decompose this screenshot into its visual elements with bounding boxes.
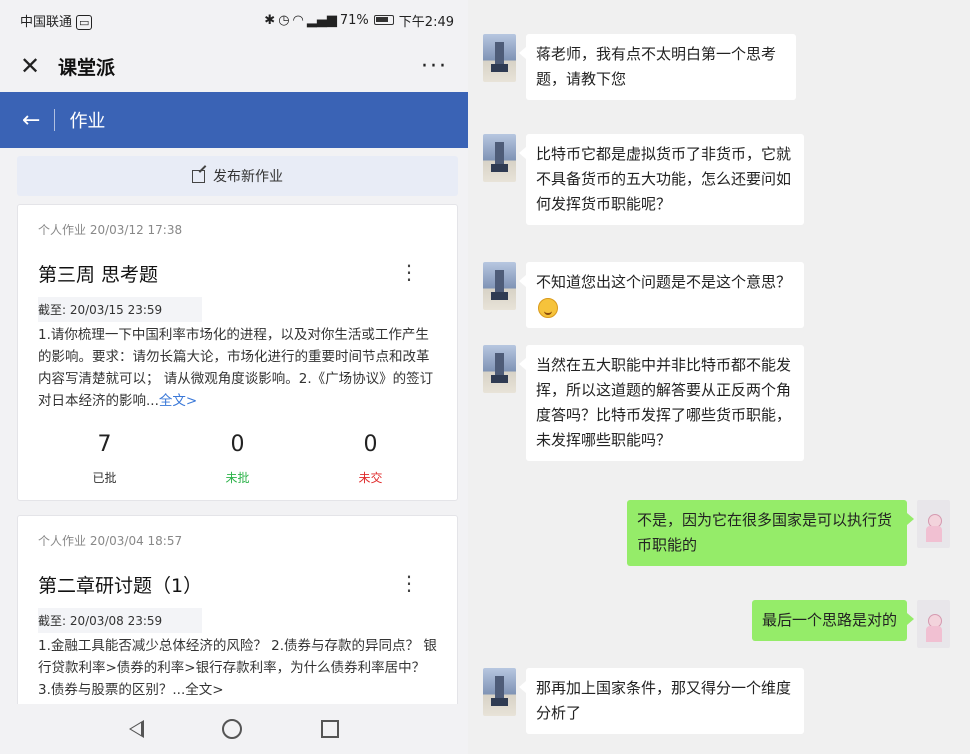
- signal-icon: ▂▄▆: [306, 12, 337, 28]
- stat-ungraded[interactable]: 0 未批: [225, 432, 249, 486]
- card-menu-icon[interactable]: ⋮: [399, 571, 419, 595]
- contact-avatar[interactable]: [483, 345, 516, 393]
- phone-screen: 中国联通 ▭ ✱ ◷ ◠ ▂▄▆ 71% 下午2:49 ✕ 课堂派 ··· ← 作…: [0, 0, 468, 754]
- homework-meta: 个人作业 20/03/04 18:57: [38, 534, 183, 548]
- edit-icon: [192, 169, 205, 183]
- chat-message: 那再加上国家条件，那又得分一个维度分析了: [483, 668, 813, 734]
- divider: [54, 109, 56, 131]
- publish-label: 发布新作业: [213, 169, 283, 185]
- chat-message-self: 最后一个思路是对的: [751, 600, 950, 648]
- homework-stats: 7 已批 0 未批 0 未交: [38, 432, 437, 486]
- battery-icon: [373, 15, 394, 25]
- card-menu-icon[interactable]: ⋮: [399, 260, 419, 284]
- contact-avatar[interactable]: [483, 34, 516, 82]
- status-bar: 中国联通 ▭ ✱ ◷ ◠ ▂▄▆ 71% 下午2:49: [0, 0, 468, 40]
- message-bubble[interactable]: 比特币它都是虚拟货币了非货币，它就不具备货币的五大功能，怎么还要问如何发挥货币职…: [519, 134, 804, 225]
- clock: 下午2:49: [398, 14, 454, 30]
- message-bubble[interactable]: 最后一个思路是对的: [751, 600, 915, 641]
- stat-graded[interactable]: 7 已批: [92, 432, 116, 486]
- chat-message: 当然在五大职能中并非比特币都不能发挥，所以这道题的解答要从正反两个角度答吗？比特…: [483, 345, 813, 461]
- wifi-icon: ◠: [292, 12, 304, 28]
- section-header: ← 作业: [0, 92, 468, 148]
- message-bubble[interactable]: 那再加上国家条件，那又得分一个维度分析了: [519, 668, 804, 734]
- alarm-icon: ◷: [278, 12, 290, 28]
- message-bubble[interactable]: 当然在五大职能中并非比特币都不能发挥，所以这道题的解答要从正反两个角度答吗？比特…: [519, 345, 804, 461]
- full-text-link[interactable]: 全文>: [159, 393, 197, 409]
- close-icon[interactable]: ✕: [20, 52, 48, 80]
- homework-deadline: 截至: 20/03/08 23:59: [38, 608, 203, 633]
- homework-deadline: 截至: 20/03/15 23:59: [38, 297, 203, 322]
- back-arrow-icon[interactable]: ←: [22, 108, 40, 133]
- message-bubble[interactable]: 蒋老师，我有点不太明白第一个思考题，请教下您: [519, 34, 796, 100]
- screenshot-composite: 中国联通 ▭ ✱ ◷ ◠ ▂▄▆ 71% 下午2:49 ✕ 课堂派 ··· ← 作…: [0, 0, 970, 754]
- contact-avatar[interactable]: [483, 262, 516, 310]
- stat-unsubmitted[interactable]: 0 未交: [358, 432, 382, 486]
- chat-conversation: 蒋老师，我有点不太明白第一个思考题，请教下您 比特币它都是虚拟货币了非货币，它就…: [468, 0, 970, 754]
- section-title: 作业: [69, 111, 106, 132]
- stat-unsubmitted-count: 0: [363, 432, 378, 457]
- face-emoji-icon: [538, 297, 558, 318]
- app-title: 课堂派: [58, 56, 116, 79]
- system-nav-bar: [0, 704, 468, 754]
- nav-recents-icon[interactable]: [320, 720, 339, 738]
- more-options-icon[interactable]: ···: [421, 54, 448, 79]
- homework-title: 第三周 思考题: [38, 264, 159, 286]
- contact-avatar[interactable]: [483, 668, 516, 716]
- nav-back-icon[interactable]: [129, 720, 145, 738]
- self-avatar[interactable]: [917, 500, 950, 548]
- stat-graded-count: 7: [97, 432, 112, 457]
- homework-card[interactable]: 个人作业 20/03/04 18:57 ⋮ 第二章研讨题（1） 截至: 20/0…: [17, 515, 458, 715]
- stat-unsubmitted-label: 未交: [358, 471, 383, 485]
- status-icons: ✱ ◷ ◠ ▂▄▆ 71% 下午2:49: [264, 11, 454, 30]
- publish-homework-button[interactable]: 发布新作业: [17, 156, 458, 196]
- self-avatar[interactable]: [917, 600, 950, 648]
- message-bubble[interactable]: 不是，因为它在很多国家是可以执行货币职能的: [627, 500, 914, 566]
- stat-ungraded-count: 0: [230, 432, 245, 457]
- app-title-bar: ✕ 课堂派 ···: [0, 40, 468, 92]
- carrier-label: 中国联通 ▭: [20, 11, 93, 30]
- homework-meta: 个人作业 20/03/12 17:38: [38, 223, 183, 237]
- homework-title: 第二章研讨题（1）: [38, 575, 203, 597]
- homework-description: 1.金融工具能否减少总体经济的风险？ 2.债券与存款的异同点？ 银行贷款利率>债…: [38, 638, 437, 698]
- chat-message: 比特币它都是虚拟货币了非货币，它就不具备货币的五大功能，怎么还要问如何发挥货币职…: [483, 134, 813, 225]
- homework-description: 1.请你梳理一下中国利率市场化的进程，以及对你生活或工作产生的影响。要求：请勿长…: [38, 327, 434, 409]
- chat-message: 不知道您出这个问题是不是这个意思？: [483, 262, 813, 328]
- stat-ungraded-label: 未批: [225, 471, 250, 485]
- stat-graded-label: 已批: [92, 471, 117, 485]
- chat-message-self: 不是，因为它在很多国家是可以执行货币职能的: [627, 500, 950, 566]
- homework-card[interactable]: 个人作业 20/03/12 17:38 ⋮ 第三周 思考题 截至: 20/03/…: [17, 204, 458, 501]
- contact-avatar[interactable]: [483, 134, 516, 182]
- nav-home-icon[interactable]: [222, 719, 243, 739]
- chat-notification-icon: ▭: [76, 14, 93, 30]
- message-bubble[interactable]: 不知道您出这个问题是不是这个意思？: [519, 262, 804, 328]
- vibrate-icon: ✱: [264, 12, 276, 28]
- chat-message: 蒋老师，我有点不太明白第一个思考题，请教下您: [483, 34, 813, 100]
- battery-percent: 71%: [339, 12, 369, 28]
